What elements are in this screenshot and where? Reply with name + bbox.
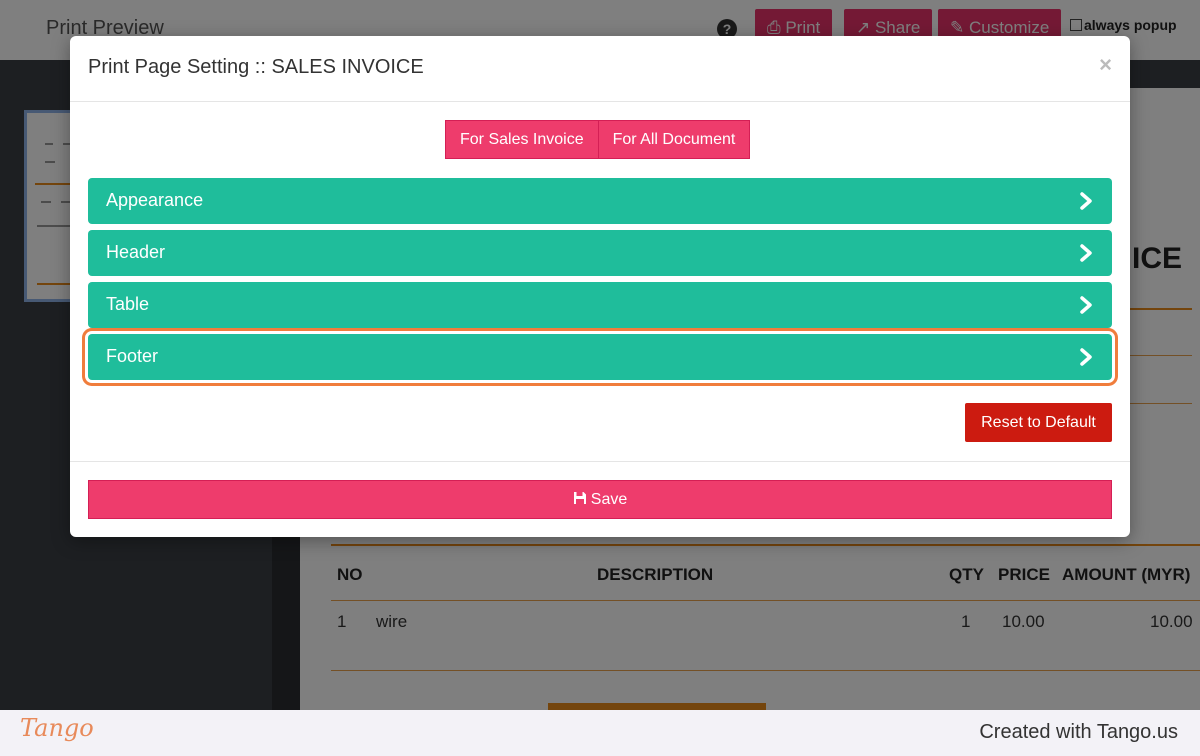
section-label: Table bbox=[106, 294, 150, 314]
print-page-setting-modal: Print Page Setting :: SALES INVOICE × Fo… bbox=[70, 36, 1130, 537]
close-icon[interactable]: × bbox=[1099, 52, 1112, 78]
reset-to-default-button[interactable]: Reset to Default bbox=[965, 403, 1112, 442]
modal-header: Print Page Setting :: SALES INVOICE × bbox=[70, 36, 1130, 102]
section-label: Appearance bbox=[106, 190, 204, 210]
save-label: Save bbox=[590, 491, 628, 508]
tab-for-all-document[interactable]: For All Document bbox=[597, 121, 750, 158]
chevron-right-icon bbox=[1080, 296, 1092, 314]
tango-logo[interactable]: Tango bbox=[20, 714, 94, 742]
section-label: Header bbox=[106, 242, 166, 262]
section-appearance[interactable]: Appearance bbox=[88, 178, 1112, 224]
scope-tab-group: For Sales Invoice For All Document bbox=[445, 120, 751, 159]
tango-credit[interactable]: Created with Tango.us bbox=[979, 721, 1178, 744]
section-table[interactable]: Table bbox=[88, 282, 1112, 328]
floppy-disk-icon bbox=[573, 492, 586, 504]
tab-for-sales-invoice[interactable]: For Sales Invoice bbox=[446, 121, 598, 158]
save-button[interactable]: Save bbox=[88, 480, 1112, 519]
chevron-right-icon bbox=[1080, 192, 1092, 210]
section-header[interactable]: Header bbox=[88, 230, 1112, 276]
modal-title: Print Page Setting :: SALES INVOICE bbox=[88, 56, 424, 78]
chevron-right-icon bbox=[1080, 348, 1092, 366]
section-footer[interactable]: Footer bbox=[88, 334, 1112, 380]
modal-footer-divider bbox=[70, 461, 1130, 462]
section-label: Footer bbox=[106, 346, 159, 366]
chevron-right-icon bbox=[1080, 244, 1092, 262]
